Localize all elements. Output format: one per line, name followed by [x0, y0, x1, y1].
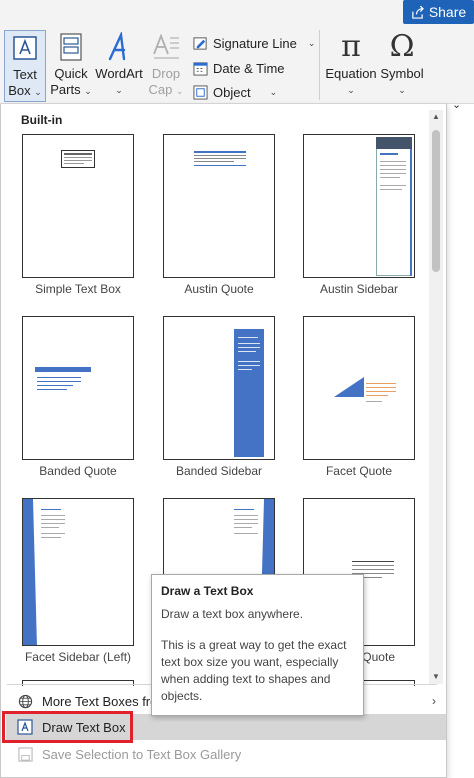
save-selection-menu-item[interactable]: Save Selection to Text Box Gallery: [6, 741, 446, 767]
save-selection-icon: [16, 745, 34, 763]
section-header: Built-in: [21, 113, 63, 127]
gallery-item-label: Austin Quote: [184, 282, 254, 296]
gallery-item-simple-text-box[interactable]: Simple Text Box: [22, 134, 134, 296]
ribbon-collapse-chevron-icon[interactable]: ⌄: [452, 98, 461, 111]
thumbnail: [163, 134, 275, 278]
gallery-item-label: Banded Sidebar: [175, 464, 263, 478]
drop-cap-button[interactable]: Drop Cap ⌄: [147, 30, 185, 99]
quick-parts-button[interactable]: Quick Parts ⌄: [50, 30, 92, 99]
date-time-button[interactable]: Date & Time: [193, 57, 285, 79]
gallery-item-facet-sidebar-left[interactable]: Facet Sidebar (Left): [22, 498, 134, 664]
globe-icon: [16, 692, 34, 710]
chevron-down-icon: ⌄: [34, 87, 42, 97]
draw-text-box-tooltip: Draw a Text Box Draw a text box anywhere…: [151, 574, 364, 716]
tooltip-line-1: Draw a text box anywhere.: [161, 607, 304, 621]
object-label: Object: [213, 84, 251, 100]
share-label: Share: [428, 4, 467, 20]
gallery-item-banded-quote[interactable]: Banded Quote: [22, 316, 134, 478]
gallery-item-label: Facet Quote: [325, 464, 393, 478]
thumbnail: [303, 316, 415, 460]
thumbnail: [163, 316, 275, 460]
more-text-boxes-label: More Text Boxes from: [42, 693, 169, 709]
wordart-button[interactable]: WordArt ⌄: [94, 30, 144, 98]
thumbnail: [22, 134, 134, 278]
chevron-down-icon: ⌄: [115, 85, 123, 95]
gallery-item-label: Facet Sidebar (Left): [24, 650, 132, 664]
ribbon-separator: [319, 30, 320, 100]
quick-parts-icon: [59, 30, 83, 64]
chevron-right-icon: ›: [432, 694, 436, 708]
thumbnail: [22, 498, 134, 646]
tooltip-title: Draw a Text Box: [161, 584, 254, 598]
chevron-down-icon: ⌄: [307, 37, 316, 48]
text-box-label-1: Text: [13, 67, 37, 82]
equation-button[interactable]: π Equation ⌄: [325, 30, 377, 98]
scrollbar-thumb[interactable]: [432, 130, 440, 272]
gallery-item-facet-quote[interactable]: Facet Quote: [303, 316, 415, 478]
scroll-up-arrow-icon[interactable]: ▲: [429, 110, 443, 124]
scroll-down-arrow-icon[interactable]: ▼: [429, 670, 443, 684]
symbol-label: Symbol: [380, 66, 424, 81]
share-icon: [412, 5, 424, 19]
wordart-icon: [104, 30, 134, 64]
share-button[interactable]: Share: [403, 0, 474, 24]
drop-cap-label-1: Drop: [151, 66, 181, 81]
pi-icon: π: [341, 30, 361, 64]
object-icon: [193, 84, 208, 100]
ribbon: Share Text Box ⌄ Quick Parts ⌄ WordArt ⌄…: [0, 0, 474, 111]
equation-label: Equation: [325, 66, 377, 81]
gallery-scrollbar[interactable]: ▲ ▼: [429, 110, 443, 684]
chevron-down-icon: ⌄: [398, 85, 406, 95]
date-time-label: Date & Time: [213, 60, 285, 76]
gallery-item-austin-sidebar[interactable]: Austin Sidebar: [303, 134, 415, 296]
chevron-down-icon: ⌄: [175, 86, 184, 96]
text-box-label-2: Box: [8, 83, 31, 98]
drop-cap-icon: [151, 30, 181, 64]
signature-line-button[interactable]: Signature Line ⌄: [193, 32, 315, 54]
drop-cap-label-2: Cap: [148, 82, 173, 97]
object-button[interactable]: Object ⌄: [193, 81, 277, 103]
omega-icon: Ω: [390, 30, 415, 64]
thumbnail: [303, 134, 415, 278]
gallery-item-austin-quote[interactable]: Austin Quote: [163, 134, 275, 296]
wordart-label: WordArt: [95, 66, 143, 81]
chevron-down-icon: ⌄: [269, 86, 278, 97]
gallery-item-banded-sidebar[interactable]: Banded Sidebar: [163, 316, 275, 478]
symbol-glyph: Ω: [389, 29, 415, 64]
tooltip-line-2: This is a great way to get the exact tex…: [161, 638, 347, 703]
signature-line-icon: [193, 36, 207, 50]
text-box-icon: [12, 31, 38, 65]
equation-glyph: π: [341, 29, 361, 64]
calendar-icon: [193, 61, 208, 76]
thumbnail: [22, 316, 134, 460]
chevron-down-icon: ⌄: [84, 86, 92, 96]
gallery-item-label: Simple Text Box: [35, 282, 121, 296]
signature-line-label: Signature Line: [213, 35, 297, 51]
gallery-item-label: Austin Sidebar: [319, 282, 399, 296]
quick-parts-label-2: Parts: [50, 82, 81, 97]
chevron-down-icon: ⌄: [347, 85, 355, 95]
save-selection-label: Save Selection to Text Box Gallery: [42, 746, 242, 762]
gallery-item-partial: [22, 680, 134, 686]
symbol-button[interactable]: Ω Symbol ⌄: [380, 30, 424, 98]
quick-parts-label-1: Quick: [54, 66, 88, 81]
gallery-item-label: Banded Quote: [39, 464, 117, 478]
text-box-button[interactable]: Text Box ⌄: [4, 30, 46, 102]
red-highlight-annotation: [2, 711, 133, 743]
